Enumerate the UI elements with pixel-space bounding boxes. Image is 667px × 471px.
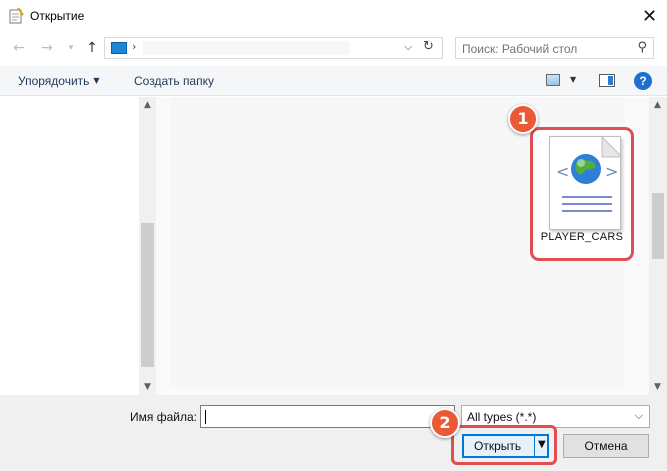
arrow-right-icon: → [41, 40, 53, 56]
text-caret [205, 410, 206, 424]
file-item[interactable]: < > PLAYER_CARS [530, 127, 634, 261]
breadcrumb-separator[interactable]: › [132, 40, 136, 53]
new-folder-label: Создать папку [134, 74, 214, 88]
title-bar: Открытие ✕ [0, 0, 667, 32]
address-bar[interactable]: › ⌵ ↻ [104, 37, 443, 59]
scroll-down-icon[interactable]: ▼ [649, 379, 666, 395]
file-name-label: PLAYER_CARS [540, 231, 624, 243]
html-document-globe-icon: < > [549, 135, 624, 230]
help-icon[interactable]: ? [634, 72, 652, 90]
cancel-button[interactable]: Отмена [563, 434, 649, 458]
new-folder-button[interactable]: Создать папку [134, 74, 214, 88]
preview-pane-icon[interactable] [599, 74, 615, 87]
step-marker-1: 1 [508, 104, 538, 134]
command-toolbar: Упорядочить ▼ Создать папку ▼ ? [0, 66, 667, 96]
close-button[interactable]: ✕ [632, 0, 667, 32]
notepad-icon [9, 7, 24, 24]
chevron-down-icon: ⌵ [634, 409, 643, 422]
change-view-icon[interactable] [546, 74, 560, 86]
search-input[interactable] [462, 41, 627, 56]
open-button-label: Открыть [474, 439, 522, 453]
navigation-pane[interactable] [0, 97, 139, 395]
refresh-icon[interactable]: ↻ [423, 39, 434, 54]
computer-icon [111, 42, 127, 54]
dialog-footer: Имя файла: All types (*.*) ⌵ Открыть ▼ О… [0, 395, 667, 471]
step-marker-2: 2 [430, 408, 460, 438]
filename-input[interactable] [200, 405, 455, 428]
scrollbar-thumb[interactable] [141, 223, 154, 367]
recent-locations-button[interactable]: ▾ [62, 39, 80, 57]
svg-text:<: < [556, 162, 569, 181]
scroll-down-icon[interactable]: ▼ [139, 379, 156, 395]
close-icon: ✕ [641, 5, 658, 27]
forward-button[interactable]: → [38, 39, 56, 57]
view-options-chevron-icon[interactable]: ▼ [570, 75, 576, 84]
navigation-bar: ← → ▾ ↑ › ⌵ ↻ ⚲ [0, 32, 667, 64]
open-options-chevron-icon[interactable]: ▼ [538, 439, 546, 450]
filename-label: Имя файла: [130, 410, 197, 424]
back-button[interactable]: ← [10, 39, 28, 57]
organize-menu[interactable]: Упорядочить ▼ [18, 74, 100, 88]
file-list-scrollbar[interactable]: ▲ ▼ [649, 97, 667, 395]
up-button[interactable]: ↑ [83, 39, 101, 57]
svg-text:>: > [605, 162, 618, 181]
split-divider [534, 436, 535, 456]
organize-label: Упорядочить [18, 74, 90, 88]
arrow-left-icon: ← [13, 40, 25, 56]
navigation-pane-scrollbar[interactable]: ▲ ▼ [139, 97, 156, 395]
scrollbar-thumb[interactable] [652, 193, 664, 259]
scroll-up-icon[interactable]: ▲ [649, 97, 666, 113]
address-dropdown-icon[interactable]: ⌵ [404, 40, 412, 54]
arrow-up-icon: ↑ [86, 40, 98, 56]
search-box[interactable]: ⚲ [455, 37, 654, 59]
chevron-down-icon: ▼ [93, 76, 100, 85]
open-button[interactable]: Открыть ▼ [462, 434, 549, 458]
breadcrumb-path[interactable] [143, 41, 349, 55]
window-title: Открытие [30, 9, 85, 23]
chevron-down-icon: ▾ [68, 43, 74, 53]
file-type-value: All types (*.*) [467, 410, 537, 424]
scroll-up-icon[interactable]: ▲ [139, 97, 156, 113]
search-icon[interactable]: ⚲ [637, 40, 647, 55]
